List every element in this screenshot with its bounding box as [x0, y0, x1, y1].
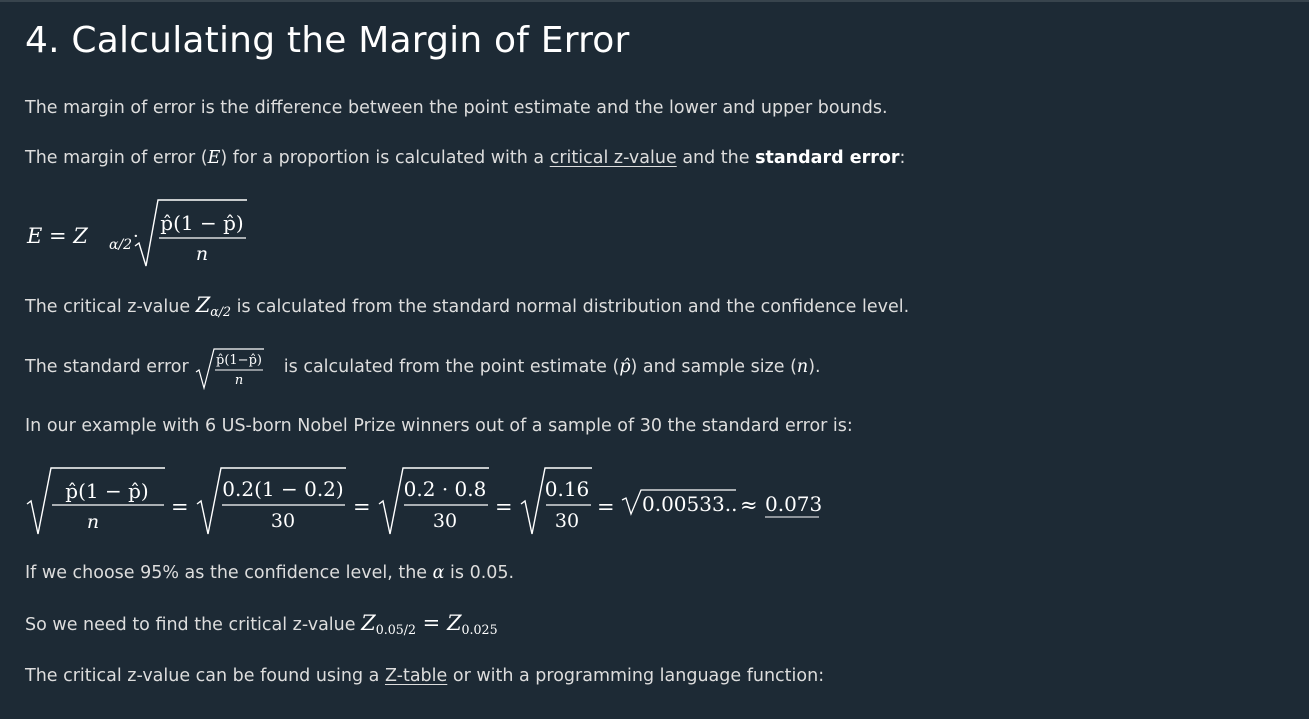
term4-denominator: 30 [555, 510, 579, 532]
text: The critical z-value [25, 297, 196, 317]
top-border [0, 0, 1309, 2]
term2-denominator: 30 [271, 510, 295, 532]
equals-1: = [171, 495, 189, 519]
paragraph-margin-definition: The margin of error is the difference be… [25, 98, 888, 118]
result-value: 0.073 [765, 492, 822, 516]
fraction-numerator: p̂(1 − p̂) [160, 211, 243, 235]
text: is 0.05. [444, 563, 515, 583]
math-var-z: Z [361, 611, 376, 635]
math-var-z: Z [195, 293, 211, 317]
math-var-phat: p̂ [619, 357, 631, 377]
paragraph-z-table: The critical z-value can be found using … [25, 664, 824, 688]
paragraph-confidence-level: If we choose 95% as the confidence level… [25, 561, 514, 585]
paragraph-find-z: So we need to find the critical z-value … [25, 611, 498, 638]
text: So we need to find the critical z-value [25, 615, 362, 635]
term1-denominator: n [87, 511, 99, 533]
margin-of-error-formula: E = Z α/2 · p̂(1 − p̂) n [26, 199, 247, 267]
text: The critical z-value can be found using … [25, 666, 385, 686]
text: is calculated from the point estimate ( [278, 357, 620, 377]
equals-2: = [353, 495, 371, 519]
paragraph-critical-z: The critical z-value Zα/2 is calculated … [25, 293, 909, 320]
text: If we choose 95% as the confidence level… [25, 563, 433, 583]
term5-value: 0.00533.. [642, 492, 737, 516]
formula-lhs: E = Z [26, 224, 88, 248]
math-var-alpha: α [432, 563, 445, 583]
math-subscript: 0.025 [461, 622, 498, 638]
fraction-denominator: n [196, 243, 208, 265]
term2-numerator: 0.2(1 − 0.2) [222, 477, 343, 501]
term3-numerator: 0.2 · 0.8 [404, 477, 487, 501]
approx-sign: ≈ [740, 493, 758, 517]
fraction-denominator: n [235, 373, 243, 388]
term4-numerator: 0.16 [545, 477, 590, 501]
text: The margin of error ( [25, 148, 208, 168]
formula-subscript: α/2 [109, 237, 132, 253]
equals-3: = [495, 495, 513, 519]
text: and the [676, 148, 756, 168]
text: is calculated from the standard normal d… [231, 297, 910, 317]
math-var-n: n [796, 357, 809, 377]
standard-error-calculation: p̂(1 − p̂) n = 0.2(1 − 0.2) 30 = 0.2 · 0… [26, 467, 822, 535]
term1-numerator: p̂(1 − p̂) [65, 479, 148, 503]
text: ). [808, 357, 821, 377]
math-subscript: α/2 [210, 304, 232, 320]
critical-z-value-link[interactable]: critical z-value [550, 148, 677, 168]
fraction-numerator: p̂(1−p̂) [216, 353, 262, 368]
paragraph-example: In our example with 6 US-born Nobel Priz… [25, 416, 853, 436]
text: : [899, 148, 906, 168]
equals-4: = [597, 495, 615, 519]
term3-denominator: 30 [433, 510, 457, 532]
z-table-link[interactable]: Z-table [385, 666, 447, 686]
paragraph-standard-error: The standard error p̂(1−p̂) n is calcula… [25, 345, 821, 390]
page-title: 4. Calculating the Margin of Error [25, 20, 630, 61]
standard-error-bold: standard error [755, 148, 900, 168]
paragraph-margin-formula-intro: The margin of error (E) for a proportion… [25, 146, 905, 170]
text: or with a programming language function: [447, 666, 825, 686]
text: The standard error [25, 357, 195, 377]
math-var-e: E [207, 148, 221, 168]
text: ) and sample size ( [630, 357, 797, 377]
text: ) for a proportion is calculated with a [220, 148, 550, 168]
math-equals: = [415, 611, 447, 635]
math-var-z: Z [446, 611, 462, 635]
inline-sqrt-formula: p̂(1−p̂) n [195, 347, 265, 390]
math-subscript: 0.05/2 [375, 622, 416, 638]
